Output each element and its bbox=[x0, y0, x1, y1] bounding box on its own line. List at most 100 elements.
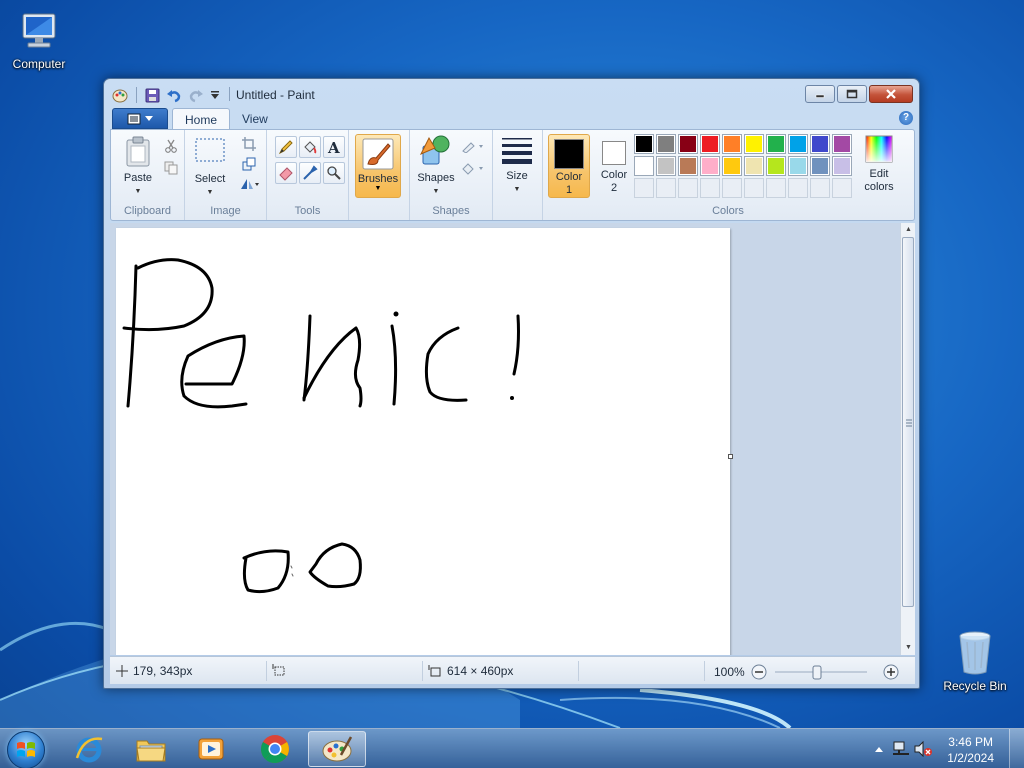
desktop-icon-computer[interactable]: Computer bbox=[3, 8, 75, 71]
palette-custom-slot[interactable] bbox=[766, 178, 786, 198]
tab-home[interactable]: Home bbox=[172, 108, 231, 130]
palette-color[interactable] bbox=[678, 156, 698, 176]
select-button[interactable]: Select ▼ bbox=[191, 136, 229, 199]
color2-swatch bbox=[602, 141, 626, 165]
pencil-tool[interactable] bbox=[275, 136, 297, 158]
palette-custom-slot[interactable] bbox=[722, 178, 742, 198]
group-label: Shapes bbox=[432, 205, 470, 217]
color1-label: Color bbox=[555, 171, 583, 183]
palette-color[interactable] bbox=[656, 156, 676, 176]
paste-button[interactable]: Paste ▼ bbox=[119, 136, 157, 198]
resize-button[interactable] bbox=[239, 154, 259, 174]
show-desktop-button[interactable] bbox=[1009, 729, 1024, 768]
palette-color[interactable] bbox=[832, 134, 852, 154]
maximize-button[interactable] bbox=[837, 85, 867, 103]
palette-custom-slot[interactable] bbox=[744, 178, 764, 198]
zoom-out-icon[interactable] bbox=[751, 664, 767, 680]
resize-handle-right[interactable] bbox=[728, 454, 733, 459]
scroll-down-button[interactable]: ▼ bbox=[901, 641, 916, 655]
palette-color[interactable] bbox=[832, 156, 852, 176]
ribbon: Paste ▼ Clipboard Select ▼ Image A Tools… bbox=[110, 129, 915, 221]
freehand-drawing bbox=[122, 258, 520, 594]
palette-custom-slot[interactable] bbox=[810, 178, 830, 198]
paint-bucket-icon bbox=[304, 141, 317, 154]
customize-qat-icon[interactable] bbox=[210, 90, 220, 100]
minimize-button[interactable] bbox=[805, 85, 835, 103]
zoom-slider[interactable] bbox=[773, 664, 869, 680]
undo-icon[interactable] bbox=[166, 88, 182, 103]
volume-muted-icon[interactable] bbox=[914, 741, 932, 757]
clock[interactable]: 3:46 PM 1/2/2024 bbox=[947, 734, 994, 766]
selection-size bbox=[272, 664, 291, 676]
start-button[interactable] bbox=[7, 731, 45, 768]
vertical-scrollbar[interactable]: ▲ ▼ bbox=[900, 223, 915, 655]
palette-color[interactable] bbox=[634, 156, 654, 176]
taskbar-file-explorer[interactable] bbox=[122, 731, 180, 767]
paste-label: Paste bbox=[123, 172, 153, 184]
desktop-icon-recycle-bin[interactable]: Recycle Bin bbox=[939, 630, 1011, 693]
palette-custom-slot[interactable] bbox=[678, 178, 698, 198]
cut-button[interactable] bbox=[161, 136, 181, 156]
palette-color[interactable] bbox=[722, 134, 742, 154]
window-title: Untitled - Paint bbox=[229, 87, 315, 102]
palette-color[interactable] bbox=[700, 156, 720, 176]
text-tool[interactable]: A bbox=[323, 136, 345, 158]
color1-number: 1 bbox=[565, 184, 573, 196]
palette-color[interactable] bbox=[810, 156, 830, 176]
eraser-tool[interactable] bbox=[275, 162, 297, 184]
color1-button[interactable]: Color 1 bbox=[548, 134, 590, 198]
palette-color[interactable] bbox=[722, 156, 742, 176]
size-button[interactable]: Size ▼ bbox=[497, 134, 537, 196]
palette-color[interactable] bbox=[766, 156, 786, 176]
zoom-in-icon[interactable] bbox=[883, 664, 899, 680]
drawing-canvas[interactable] bbox=[116, 228, 733, 655]
edit-colors-button[interactable]: Edit colors bbox=[857, 134, 901, 194]
palette-custom-slot[interactable] bbox=[634, 178, 654, 198]
color-picker-tool[interactable] bbox=[299, 162, 321, 184]
taskbar-media-player[interactable] bbox=[182, 731, 240, 767]
shapes-button[interactable]: Shapes ▼ bbox=[414, 134, 458, 198]
tab-view[interactable]: View bbox=[230, 108, 280, 130]
palette-color[interactable] bbox=[744, 134, 764, 154]
taskbar-internet-explorer[interactable] bbox=[60, 731, 118, 767]
taskbar-paint[interactable] bbox=[308, 731, 366, 767]
palette-color[interactable] bbox=[810, 134, 830, 154]
fill-button[interactable] bbox=[460, 158, 486, 178]
redo-icon[interactable] bbox=[188, 88, 204, 103]
palette-color[interactable] bbox=[788, 134, 808, 154]
magnifier-tool[interactable] bbox=[323, 162, 345, 184]
color2-button[interactable]: Color 2 bbox=[593, 134, 635, 195]
brushes-button[interactable]: Brushes ▼ bbox=[355, 134, 401, 198]
palette-color[interactable] bbox=[788, 156, 808, 176]
palette-color[interactable] bbox=[766, 134, 786, 154]
title-bar[interactable]: Untitled - Paint bbox=[104, 79, 919, 109]
size-label: Size bbox=[506, 170, 528, 182]
scroll-up-button[interactable]: ▲ bbox=[901, 223, 916, 237]
palette-color[interactable] bbox=[744, 156, 764, 176]
close-button[interactable] bbox=[869, 85, 913, 103]
outline-button[interactable] bbox=[460, 136, 486, 156]
palette-custom-slot[interactable] bbox=[788, 178, 808, 198]
paint-app-icon[interactable] bbox=[112, 87, 128, 103]
crop-button[interactable] bbox=[239, 134, 259, 154]
paint-menu-button[interactable] bbox=[112, 108, 168, 129]
computer-icon bbox=[22, 13, 56, 48]
palette-custom-slot[interactable] bbox=[832, 178, 852, 198]
palette-custom-slot[interactable] bbox=[656, 178, 676, 198]
selection-icon bbox=[195, 138, 225, 162]
save-icon[interactable] bbox=[145, 88, 160, 103]
palette-color[interactable] bbox=[678, 134, 698, 154]
fill-tool[interactable] bbox=[299, 136, 321, 158]
palette-color[interactable] bbox=[656, 134, 676, 154]
taskbar-chrome[interactable] bbox=[246, 731, 304, 767]
scroll-thumb[interactable] bbox=[902, 237, 914, 607]
close-icon bbox=[886, 89, 896, 99]
rotate-button[interactable] bbox=[239, 174, 259, 194]
palette-color[interactable] bbox=[634, 134, 654, 154]
palette-custom-slot[interactable] bbox=[700, 178, 720, 198]
help-icon[interactable]: ? bbox=[899, 111, 913, 125]
network-icon[interactable] bbox=[892, 741, 910, 757]
copy-button[interactable] bbox=[161, 158, 181, 178]
palette-color[interactable] bbox=[700, 134, 720, 154]
show-hidden-icons-icon[interactable] bbox=[874, 745, 884, 753]
